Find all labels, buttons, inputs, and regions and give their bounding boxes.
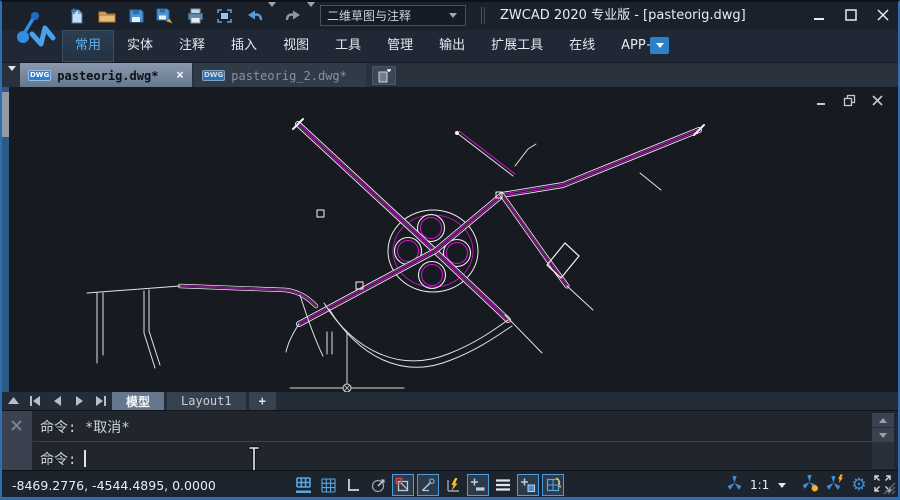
command-history-line: 命令: *取消* [40,417,130,437]
drawing-canvas[interactable] [2,87,898,392]
command-separator [33,441,872,442]
status-toggles [292,474,564,496]
dwg-file-icon: DWG [202,70,225,81]
annotation-scale-value[interactable]: 1:1 [750,478,769,492]
expand-up-icon[interactable] [2,392,24,410]
close-icon[interactable] [10,417,23,430]
doc-tab-pasteorig-2[interactable]: DWG pasteorig_2.dwg* [194,63,366,88]
chevron-down-icon [656,43,664,48]
ribbon-collapse-button[interactable] [650,37,669,54]
polar-icon[interactable] [367,474,389,496]
prev-layout-icon[interactable] [46,392,68,410]
close-icon[interactable]: × [176,69,184,82]
workspace-dropdown-icon [449,13,457,18]
cad-drawing [2,87,900,392]
tab-manage[interactable]: 管理 [374,30,426,62]
print-preview-icon[interactable] [212,5,236,27]
minimize-icon[interactable] [810,7,828,23]
layout-tab-bar: 模型 Layout1 + [2,392,898,410]
dwg-file-icon: DWG [28,70,51,81]
document-tab-bar: DWG pasteorig.dwg* × DWG pasteorig_2.dwg… [2,62,898,87]
new-tab-button[interactable] [372,66,396,85]
scale-dropdown-icon[interactable] [778,483,786,488]
save-icon[interactable] [124,5,148,27]
scroll-up-icon[interactable] [872,413,894,427]
close-icon[interactable] [874,7,892,23]
first-layout-icon[interactable] [24,392,46,410]
doc-tab-pasteorig[interactable]: DWG pasteorig.dwg* × [20,63,192,88]
command-gutter [2,411,32,471]
add-layout-button[interactable]: + [249,392,276,410]
new-tab-icon [377,69,392,83]
coordinates-readout: -8469.2776, -4544.4895, 0.0000 [12,471,216,500]
workspace-label: 二维草图与注释 [327,7,447,24]
scroll-down-icon[interactable] [872,428,894,442]
maximize-icon[interactable] [842,7,860,23]
command-prompt[interactable]: 命令: [40,449,85,469]
tab-online[interactable]: 在线 [556,30,608,62]
ribbon-tabs: 常用 实体 注释 插入 视图 工具 管理 输出 扩展工具 在线 APP+ [62,30,670,62]
undo-icon[interactable] [242,5,266,27]
command-scrollbar[interactable] [872,413,894,469]
new-file-icon[interactable] [64,5,88,27]
tab-insert[interactable]: 插入 [218,30,270,62]
next-layout-icon[interactable] [68,392,90,410]
settings-gear-icon[interactable]: ⚙ [851,477,866,494]
otrack-icon[interactable] [417,474,439,496]
tab-entity[interactable]: 实体 [114,30,166,62]
resize-grip-icon[interactable] [883,480,896,499]
redo-icon[interactable] [281,5,305,27]
tab-view[interactable]: 视图 [270,30,322,62]
tab-annotate[interactable]: 注释 [166,30,218,62]
doc-tab-label: pasteorig_2.dwg* [231,69,358,83]
annotation-autoscale-icon[interactable] [826,474,844,496]
ortho-icon[interactable] [342,474,364,496]
print-icon[interactable] [183,5,207,27]
tab-home[interactable]: 常用 [62,30,114,62]
toolbar-separator [481,7,485,24]
undo-dropdown-icon[interactable] [266,7,278,26]
command-line-panel: 命令: *取消* 命令: [2,410,898,470]
tab-layout1[interactable]: Layout1 [167,392,246,410]
zwcad-logo[interactable] [10,4,58,56]
tab-output[interactable]: 输出 [426,30,478,62]
snap-icon[interactable] [292,474,314,496]
tab-tools[interactable]: 工具 [322,30,374,62]
redo-dropdown-icon[interactable] [305,7,317,26]
status-right-cluster: 1:1 ⚙ [726,473,891,497]
dynamic-input-icon[interactable] [442,474,464,496]
save-as-icon[interactable] [153,5,177,27]
title-bar: ? 二维草图与注释 ZWCAD 2020 专业版 - [pasteorig.dw… [2,2,898,30]
doc-tab-label: pasteorig.dwg* [57,69,170,83]
text-caret [84,450,86,467]
zwcad-window: ? 二维草图与注释 ZWCAD 2020 专业版 - [pasteorig.dw… [0,0,900,500]
quick-access-toolbar: ? [64,5,349,27]
tab-model[interactable]: 模型 [112,392,164,410]
workspace-selector[interactable]: 二维草图与注释 [320,5,466,26]
dynamic-ucs-icon[interactable] [542,474,564,496]
quick-properties-icon[interactable] [492,474,514,496]
lineweight-icon[interactable] [467,474,489,496]
osnap-icon[interactable] [392,474,414,496]
last-layout-icon[interactable] [90,392,112,410]
window-controls [810,7,892,23]
open-folder-icon[interactable] [95,5,119,27]
window-title: ZWCAD 2020 专业版 - [pasteorig.dwg] [500,2,746,30]
grid-icon[interactable] [317,474,339,496]
selection-cycling-icon[interactable] [517,474,539,496]
status-bar: -8469.2776, -4544.4895, 0.0000 [2,470,898,500]
tab-express-tools[interactable]: 扩展工具 [478,30,556,62]
annotation-scale-icon[interactable] [726,475,743,496]
ribbon-tab-row: 常用 实体 注释 插入 视图 工具 管理 输出 扩展工具 在线 APP+ [2,30,898,62]
annotation-visibility-icon[interactable] [801,474,819,496]
